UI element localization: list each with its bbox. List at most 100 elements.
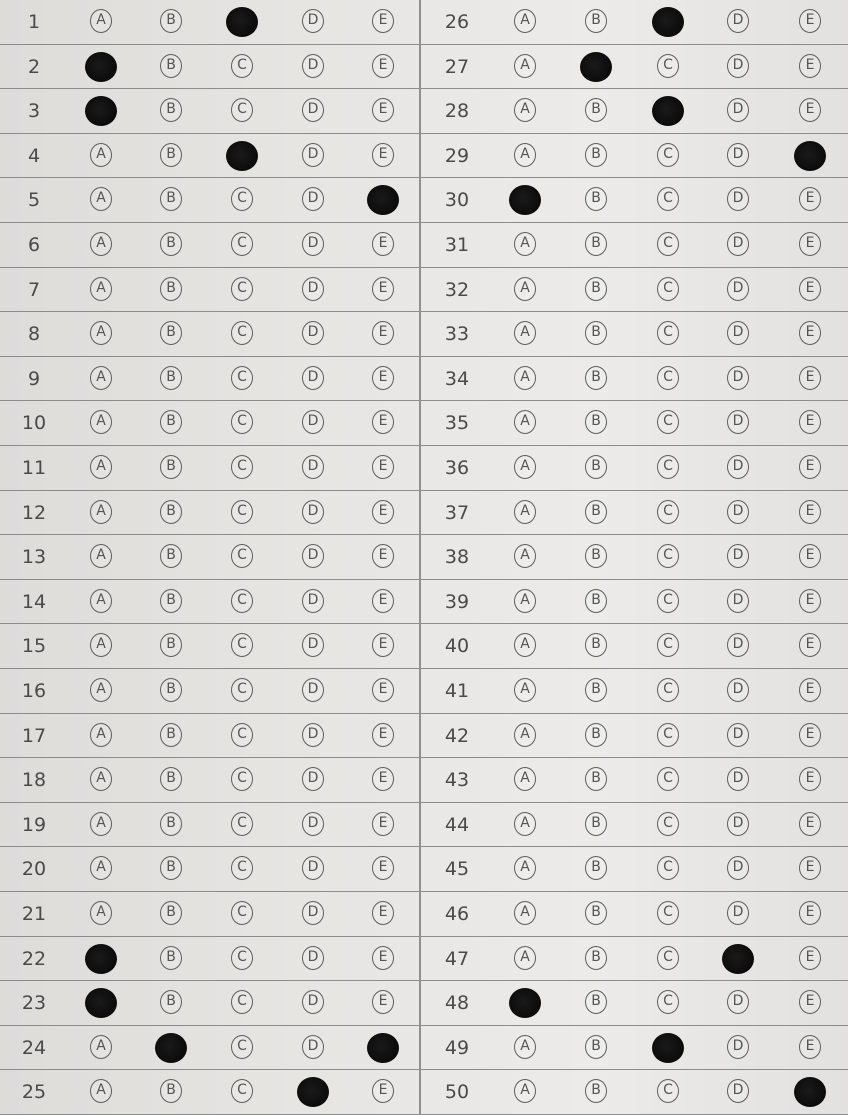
answer-bubble-e[interactable]: E: [372, 9, 394, 33]
answer-bubble-e[interactable]: E: [372, 633, 394, 658]
answer-bubble-a[interactable]: A: [514, 98, 536, 123]
answer-bubble-c[interactable]: C: [231, 1079, 253, 1104]
answer-bubble-a[interactable]: A: [85, 51, 117, 82]
answer-bubble-d[interactable]: D: [302, 321, 324, 346]
answer-bubble-c[interactable]: C: [657, 856, 679, 881]
answer-bubble-b[interactable]: B: [585, 544, 607, 569]
answer-bubble-c[interactable]: C: [231, 365, 253, 390]
answer-bubble-e[interactable]: E: [799, 276, 821, 301]
answer-bubble-c[interactable]: C: [657, 276, 679, 301]
answer-bubble-d[interactable]: D: [302, 365, 324, 390]
answer-bubble-b[interactable]: B: [160, 365, 182, 390]
answer-bubble-a[interactable]: A: [514, 588, 536, 613]
answer-bubble-b[interactable]: B: [155, 1032, 187, 1063]
answer-bubble-e[interactable]: E: [372, 811, 394, 836]
answer-bubble-b[interactable]: B: [580, 51, 612, 82]
answer-bubble-a[interactable]: A: [514, 455, 536, 479]
answer-bubble-c[interactable]: C: [231, 767, 253, 792]
answer-bubble-c[interactable]: C: [231, 633, 253, 658]
answer-bubble-c[interactable]: C: [231, 187, 253, 212]
answer-bubble-c[interactable]: C: [657, 187, 679, 212]
answer-bubble-e[interactable]: E: [372, 1079, 394, 1104]
answer-bubble-d[interactable]: D: [727, 722, 749, 747]
answer-bubble-a[interactable]: A: [514, 53, 536, 78]
answer-bubble-b[interactable]: B: [585, 9, 607, 33]
answer-bubble-e[interactable]: E: [799, 1034, 821, 1059]
answer-bubble-b[interactable]: B: [585, 187, 607, 212]
answer-bubble-c[interactable]: C: [652, 96, 684, 127]
answer-bubble-a[interactable]: A: [85, 943, 117, 974]
answer-bubble-b[interactable]: B: [160, 901, 182, 925]
answer-bubble-b[interactable]: B: [585, 678, 607, 702]
answer-bubble-e[interactable]: E: [372, 499, 394, 524]
answer-bubble-c[interactable]: C: [657, 767, 679, 792]
answer-bubble-b[interactable]: B: [160, 678, 182, 702]
answer-bubble-b[interactable]: B: [160, 142, 182, 167]
answer-bubble-d[interactable]: D: [722, 943, 754, 974]
answer-bubble-e[interactable]: E: [372, 588, 394, 613]
answer-bubble-e[interactable]: E: [799, 856, 821, 881]
answer-bubble-c[interactable]: C: [657, 499, 679, 524]
answer-bubble-b[interactable]: B: [585, 722, 607, 747]
answer-bubble-d[interactable]: D: [727, 276, 749, 301]
answer-bubble-c[interactable]: C: [657, 1079, 679, 1104]
answer-bubble-d[interactable]: D: [727, 1079, 749, 1104]
answer-bubble-c[interactable]: C: [231, 722, 253, 747]
answer-bubble-e[interactable]: E: [799, 945, 821, 970]
answer-bubble-e[interactable]: E: [367, 1032, 399, 1063]
answer-bubble-c[interactable]: C: [657, 365, 679, 390]
answer-bubble-b[interactable]: B: [160, 588, 182, 613]
answer-bubble-e[interactable]: E: [372, 901, 394, 925]
answer-bubble-c[interactable]: C: [652, 1032, 684, 1063]
answer-bubble-a[interactable]: A: [514, 276, 536, 301]
answer-bubble-a[interactable]: A: [90, 365, 112, 390]
answer-bubble-b[interactable]: B: [160, 98, 182, 123]
answer-bubble-a[interactable]: A: [514, 544, 536, 569]
answer-bubble-a[interactable]: A: [90, 901, 112, 925]
answer-bubble-a[interactable]: A: [514, 856, 536, 881]
answer-bubble-e[interactable]: E: [799, 588, 821, 613]
answer-bubble-d[interactable]: D: [727, 1034, 749, 1059]
answer-bubble-d[interactable]: D: [302, 811, 324, 836]
answer-bubble-d[interactable]: D: [727, 187, 749, 212]
answer-bubble-c[interactable]: C: [657, 633, 679, 658]
answer-bubble-c[interactable]: C: [657, 544, 679, 569]
answer-bubble-b[interactable]: B: [160, 722, 182, 747]
answer-bubble-e[interactable]: E: [372, 678, 394, 702]
answer-bubble-e[interactable]: E: [372, 767, 394, 792]
answer-bubble-b[interactable]: B: [585, 98, 607, 123]
answer-bubble-d[interactable]: D: [727, 588, 749, 613]
answer-bubble-e[interactable]: E: [799, 53, 821, 78]
answer-bubble-b[interactable]: B: [585, 410, 607, 435]
answer-bubble-a[interactable]: A: [514, 499, 536, 524]
answer-bubble-e[interactable]: E: [799, 232, 821, 256]
answer-bubble-e[interactable]: E: [799, 811, 821, 836]
answer-bubble-b[interactable]: B: [585, 901, 607, 925]
answer-bubble-d[interactable]: D: [302, 455, 324, 479]
answer-bubble-a[interactable]: A: [90, 455, 112, 479]
answer-bubble-c[interactable]: C: [657, 945, 679, 970]
answer-bubble-e[interactable]: E: [799, 767, 821, 792]
answer-bubble-a[interactable]: A: [90, 588, 112, 613]
answer-bubble-a[interactable]: A: [90, 633, 112, 658]
answer-bubble-c[interactable]: C: [231, 499, 253, 524]
answer-bubble-b[interactable]: B: [160, 232, 182, 256]
answer-bubble-d[interactable]: D: [302, 990, 324, 1015]
answer-bubble-e[interactable]: E: [372, 276, 394, 301]
answer-bubble-a[interactable]: A: [514, 722, 536, 747]
answer-bubble-c[interactable]: C: [231, 678, 253, 702]
answer-bubble-d[interactable]: D: [302, 633, 324, 658]
answer-bubble-b[interactable]: B: [585, 1034, 607, 1059]
answer-bubble-b[interactable]: B: [160, 544, 182, 569]
answer-bubble-b[interactable]: B: [160, 410, 182, 435]
answer-bubble-e[interactable]: E: [799, 98, 821, 123]
answer-bubble-b[interactable]: B: [585, 232, 607, 256]
answer-bubble-b[interactable]: B: [160, 856, 182, 881]
answer-bubble-e[interactable]: E: [799, 499, 821, 524]
answer-bubble-a[interactable]: A: [509, 988, 541, 1019]
answer-bubble-c[interactable]: C: [657, 901, 679, 925]
answer-bubble-a[interactable]: A: [90, 276, 112, 301]
answer-bubble-d[interactable]: D: [727, 142, 749, 167]
answer-bubble-b[interactable]: B: [585, 990, 607, 1015]
answer-bubble-e[interactable]: E: [372, 856, 394, 881]
